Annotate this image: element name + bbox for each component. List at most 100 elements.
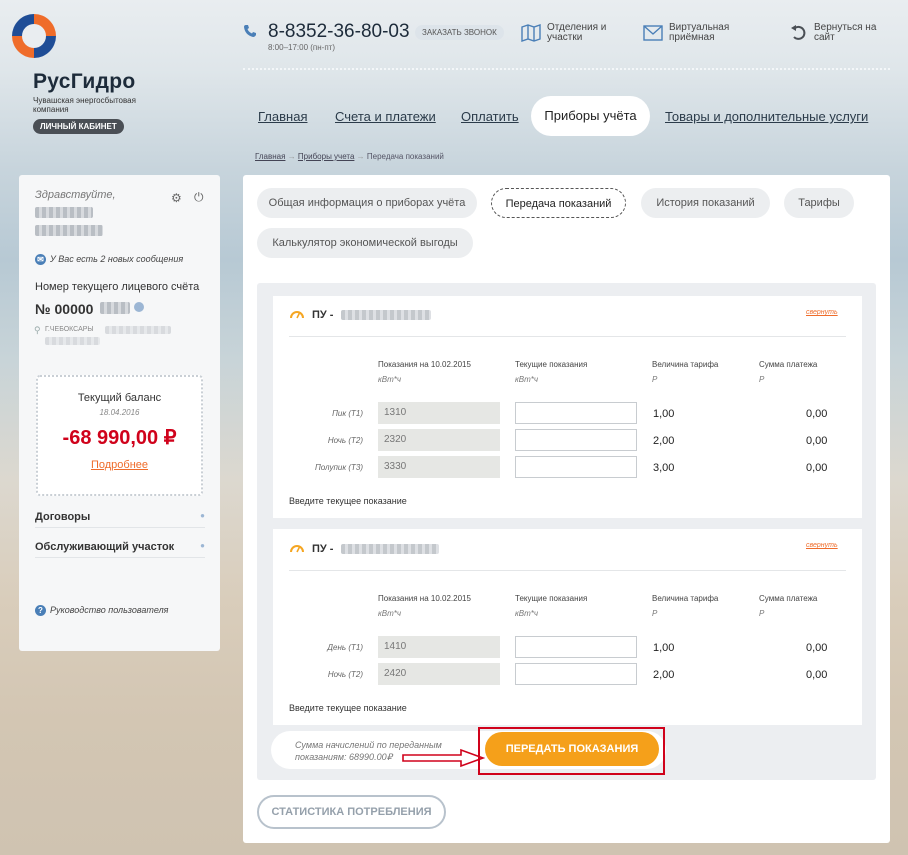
nav-meters[interactable]: Приборы учёта bbox=[531, 96, 650, 136]
account-label: Номер текущего лицевого счёта bbox=[35, 281, 200, 293]
working-hours: 8:00–17:00 (пн-пт) bbox=[268, 43, 335, 52]
meter-title: ПУ - bbox=[312, 543, 334, 555]
divider bbox=[289, 570, 846, 571]
help-icon: ? bbox=[35, 605, 46, 617]
back-to-site-link[interactable]: Вернуться на сайт bbox=[814, 23, 886, 43]
prev-reading: 2420 bbox=[378, 663, 500, 685]
col-sum-header: Сумма платежа bbox=[759, 360, 818, 369]
prev-reading: 2320 bbox=[378, 429, 500, 451]
current-reading-input[interactable] bbox=[515, 402, 637, 424]
message-icon: ✉ bbox=[35, 254, 46, 266]
col-tariff-header: Величина тарифа bbox=[652, 594, 719, 603]
col-prev-unit: кВт*ч bbox=[378, 375, 402, 384]
verified-icon bbox=[134, 302, 144, 312]
col-tariff-unit: Р bbox=[652, 375, 658, 384]
col-sum-unit: Р bbox=[759, 609, 765, 618]
balance-amount: -68 990,00 ₽ bbox=[62, 427, 177, 449]
service-area-label: Обслуживающий участок bbox=[35, 541, 175, 553]
tab-send-readings[interactable]: Передача показаний bbox=[491, 188, 626, 218]
address-blurred-1 bbox=[105, 326, 171, 334]
submit-readings-button[interactable]: ПЕРЕДАТЬ ПОКАЗАНИЯ bbox=[485, 732, 659, 766]
sum-value: 0,00 bbox=[806, 462, 828, 474]
input-hint: Введите текущее показание bbox=[289, 496, 407, 506]
tariff-value: 1,00 bbox=[653, 408, 675, 420]
phone-icon bbox=[243, 24, 257, 38]
row-label: Ночь (Т2) bbox=[327, 670, 363, 679]
nav-goods-services[interactable]: Товары и дополнительные услуги bbox=[665, 109, 868, 124]
power-icon[interactable]: ⏻ bbox=[194, 190, 204, 205]
col-tariff-header: Величина тарифа bbox=[652, 360, 719, 369]
address: Г.ЧЕБОКСАРЫ bbox=[45, 326, 94, 333]
brand-name: РусГидро bbox=[33, 70, 136, 93]
col-sum-header: Сумма платежа bbox=[759, 594, 818, 603]
consumption-stats-button[interactable]: СТАТИСТИКА ПОТРЕБЛЕНИЯ bbox=[257, 795, 446, 829]
col-sum-unit: Р bbox=[759, 375, 765, 384]
balance-date: 18.04.2016 bbox=[99, 408, 140, 417]
tariff-value: 2,00 bbox=[653, 669, 675, 681]
contracts-section[interactable]: Договоры ● bbox=[35, 511, 205, 523]
nav-home[interactable]: Главная bbox=[258, 109, 307, 124]
sum-value: 0,00 bbox=[806, 642, 828, 654]
breadcrumb-home[interactable]: Главная bbox=[255, 152, 285, 161]
chevron-down-icon: ● bbox=[200, 511, 205, 520]
col-prev-unit: кВт*ч bbox=[378, 609, 402, 618]
chevron-down-icon: ● bbox=[200, 541, 205, 550]
breadcrumb: Главная → Приборы учета → Передача показ… bbox=[255, 152, 444, 161]
divider bbox=[289, 336, 846, 337]
account-number: № 00000 bbox=[35, 301, 94, 317]
meter-title: ПУ - bbox=[312, 309, 334, 321]
service-area-section[interactable]: Обслуживающий участок ● bbox=[35, 541, 205, 553]
red-arrow-annotation bbox=[401, 748, 486, 773]
balance-details-link[interactable]: Подробнее bbox=[38, 459, 201, 471]
col-current-unit: кВт*ч bbox=[515, 609, 539, 618]
tab-history[interactable]: История показаний bbox=[641, 188, 770, 218]
tab-tariffs[interactable]: Тарифы bbox=[784, 188, 854, 218]
gear-icon[interactable]: ⚙ bbox=[171, 191, 182, 205]
nav-pay[interactable]: Оплатить bbox=[461, 109, 519, 124]
branches-link[interactable]: Отделения и участки bbox=[547, 23, 617, 43]
breadcrumb-meters[interactable]: Приборы учета bbox=[298, 152, 355, 161]
meter-id-blurred bbox=[341, 544, 439, 554]
col-tariff-unit: Р bbox=[652, 609, 658, 618]
current-reading-input[interactable] bbox=[515, 429, 637, 451]
collapse-link[interactable]: свернуть bbox=[806, 309, 838, 316]
brand-subtitle: Чувашская энергосбытовая компания bbox=[33, 96, 136, 114]
collapse-link[interactable]: свернуть bbox=[806, 542, 838, 549]
virtual-reception-link[interactable]: Виртуальная приёмная bbox=[669, 23, 739, 43]
phone-number[interactable]: 8-8352-36-80-03 bbox=[268, 21, 410, 43]
back-arrow-icon bbox=[790, 24, 808, 47]
balance-card: Текущий баланс 18.04.2016 -68 990,00 ₽ П… bbox=[36, 375, 203, 496]
user-surname-blurred bbox=[35, 225, 103, 236]
tab-calculator[interactable]: Калькулятор экономической выгоды bbox=[257, 228, 473, 258]
header-divider bbox=[243, 68, 890, 70]
mail-icon bbox=[643, 25, 663, 46]
sum-value: 0,00 bbox=[806, 669, 828, 681]
gauge-icon bbox=[289, 307, 305, 322]
location-pin-icon: ⚲ bbox=[34, 325, 41, 335]
meter-card bbox=[273, 529, 862, 725]
rushydro-logo[interactable] bbox=[12, 14, 56, 58]
row-label: Ночь (Т2) bbox=[327, 436, 363, 445]
row-label: Пик (Т1) bbox=[332, 409, 363, 418]
user-name-blurred bbox=[35, 207, 93, 218]
current-reading-input[interactable] bbox=[515, 456, 637, 478]
contracts-label: Договоры bbox=[35, 511, 91, 523]
account-number-blurred bbox=[100, 302, 130, 314]
greeting: Здравствуйте, bbox=[35, 189, 116, 201]
callback-button[interactable]: ЗАКАЗАТЬ ЗВОНОК bbox=[415, 25, 504, 40]
user-manual-link[interactable]: ? Руководство пользователя bbox=[35, 605, 169, 617]
col-prev-header: Показания на 10.02.2015 bbox=[378, 360, 471, 369]
col-current-header: Текущие показания bbox=[515, 594, 588, 603]
current-reading-input[interactable] bbox=[515, 636, 637, 658]
tab-general-info[interactable]: Общая информация о приборах учёта bbox=[257, 188, 477, 218]
prev-reading: 1410 bbox=[378, 636, 500, 658]
nav-bills[interactable]: Счета и платежи bbox=[335, 109, 436, 124]
breadcrumb-current: Передача показаний bbox=[366, 152, 444, 161]
messages-notice[interactable]: ✉ У Вас есть 2 новых сообщения bbox=[35, 254, 183, 266]
row-label: Полупик (Т3) bbox=[314, 463, 363, 472]
personal-account-badge: ЛИЧНЫЙ КАБИНЕТ bbox=[33, 119, 124, 134]
prev-reading: 1310 bbox=[378, 402, 500, 424]
sum-value: 0,00 bbox=[806, 435, 828, 447]
current-reading-input[interactable] bbox=[515, 663, 637, 685]
divider bbox=[35, 527, 205, 528]
